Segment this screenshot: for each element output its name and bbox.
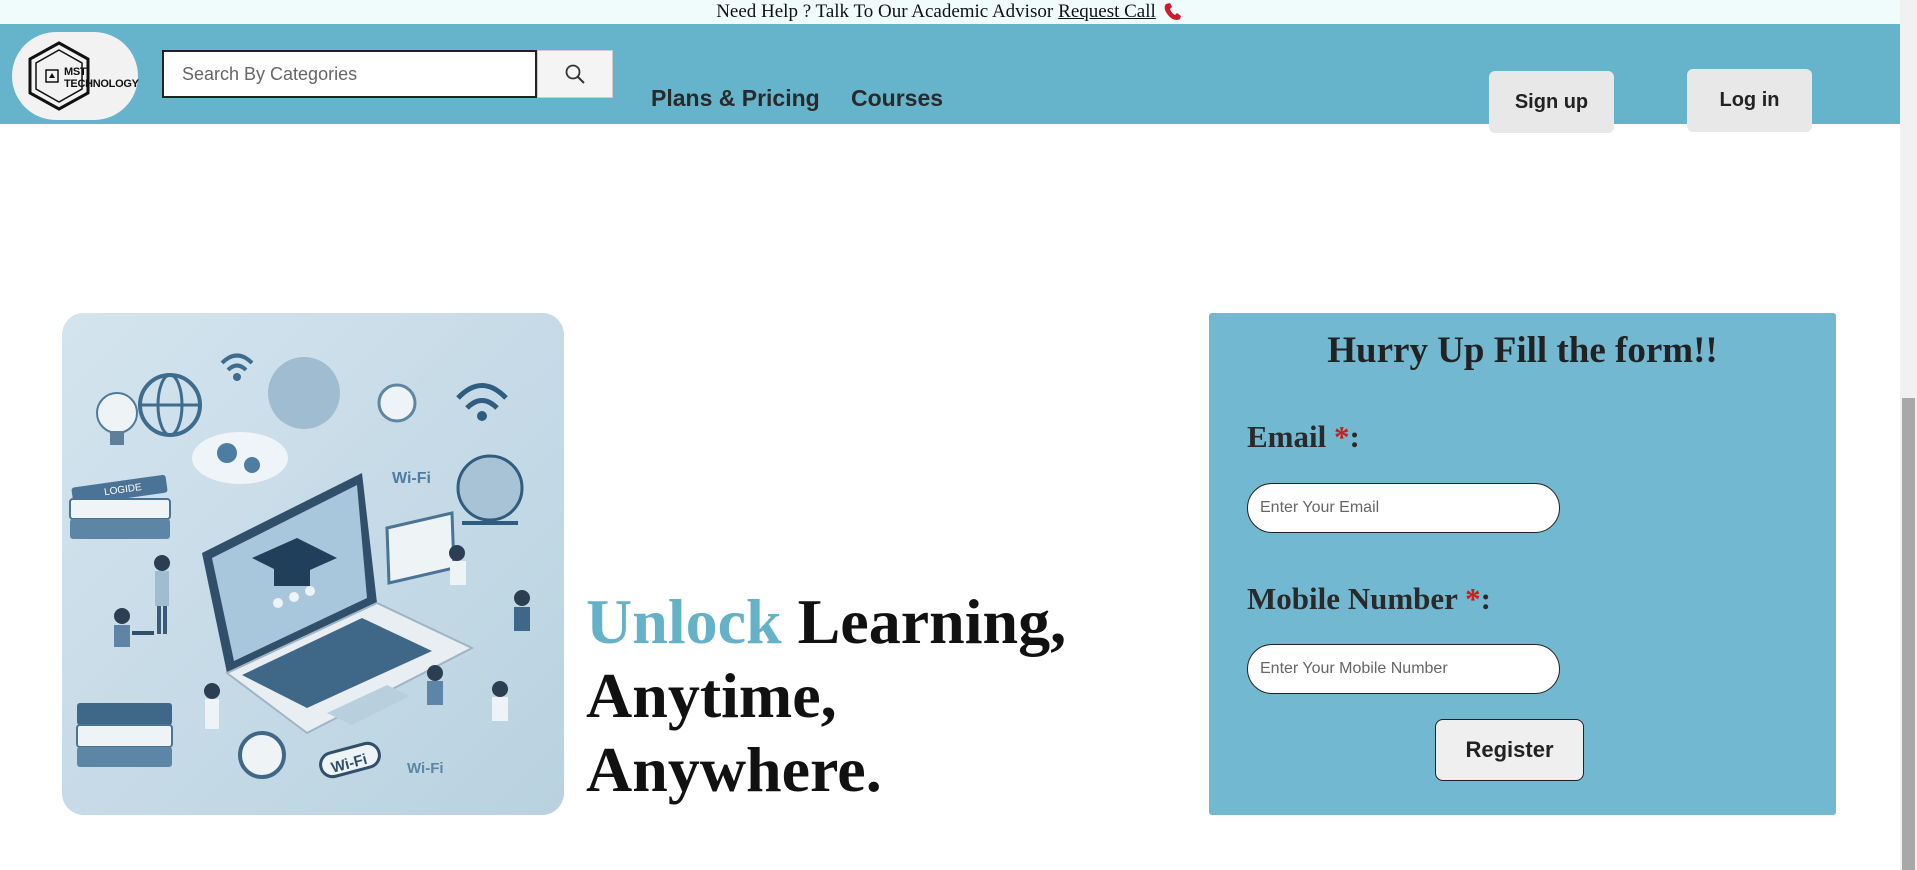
hero-illustration: LOGIDE Wi-Fi Wi-Fi Wi-Fi [62, 313, 564, 815]
help-text: Need Help ? Talk To Our Academic Advisor [716, 1, 1054, 22]
nav-plans-pricing[interactable]: Plans & Pricing [651, 85, 820, 112]
logo[interactable]: MST TECHNOLOGY [12, 32, 139, 120]
logo-text: MST TECHNOLOGY [64, 66, 139, 90]
scroll-thumb[interactable] [1902, 398, 1915, 870]
mobile-field[interactable] [1247, 644, 1560, 694]
headline-line1: Learning, [781, 586, 1067, 657]
login-button[interactable]: Log in [1687, 69, 1812, 132]
wifi-label: Wi-Fi [392, 470, 431, 487]
phone-icon[interactable] [1162, 2, 1184, 22]
email-label: Email *: [1247, 419, 1360, 454]
headline-line3: Anywhere. [586, 734, 882, 805]
online-learning-illustration: LOGIDE Wi-Fi Wi-Fi Wi-Fi [62, 313, 564, 815]
email-field[interactable] [1247, 483, 1560, 533]
wifi-label-bottom: Wi-Fi [407, 760, 444, 777]
register-button[interactable]: Register [1435, 719, 1584, 781]
help-bar: Need Help ? Talk To Our Academic Advisor… [0, 0, 1900, 24]
headline-accent: Unlock [586, 586, 782, 657]
required-mark: * [1333, 419, 1350, 454]
headline-line2: Anytime, [586, 660, 837, 731]
search-icon [565, 64, 585, 84]
hero-headline: Unlock Learning, Anytime, Anywhere. [586, 585, 1066, 807]
nav-courses[interactable]: Courses [851, 85, 943, 112]
request-call-link[interactable]: Request Call [1058, 1, 1156, 23]
signup-button[interactable]: Sign up [1489, 71, 1614, 133]
required-mark: * [1465, 581, 1481, 616]
search-button[interactable] [537, 50, 613, 98]
form-title: Hurry Up Fill the form!! [1327, 330, 1718, 371]
scroll-up-arrow[interactable] [1900, 0, 1917, 17]
registration-form: Hurry Up Fill the form!! Email *: Mobile… [1209, 313, 1836, 815]
navbar: MST TECHNOLOGY Plans & Pricing Courses S… [0, 24, 1900, 133]
page-scrollbar[interactable] [1900, 0, 1917, 870]
mobile-label: Mobile Number *: [1247, 581, 1491, 616]
search-input[interactable] [162, 50, 537, 98]
